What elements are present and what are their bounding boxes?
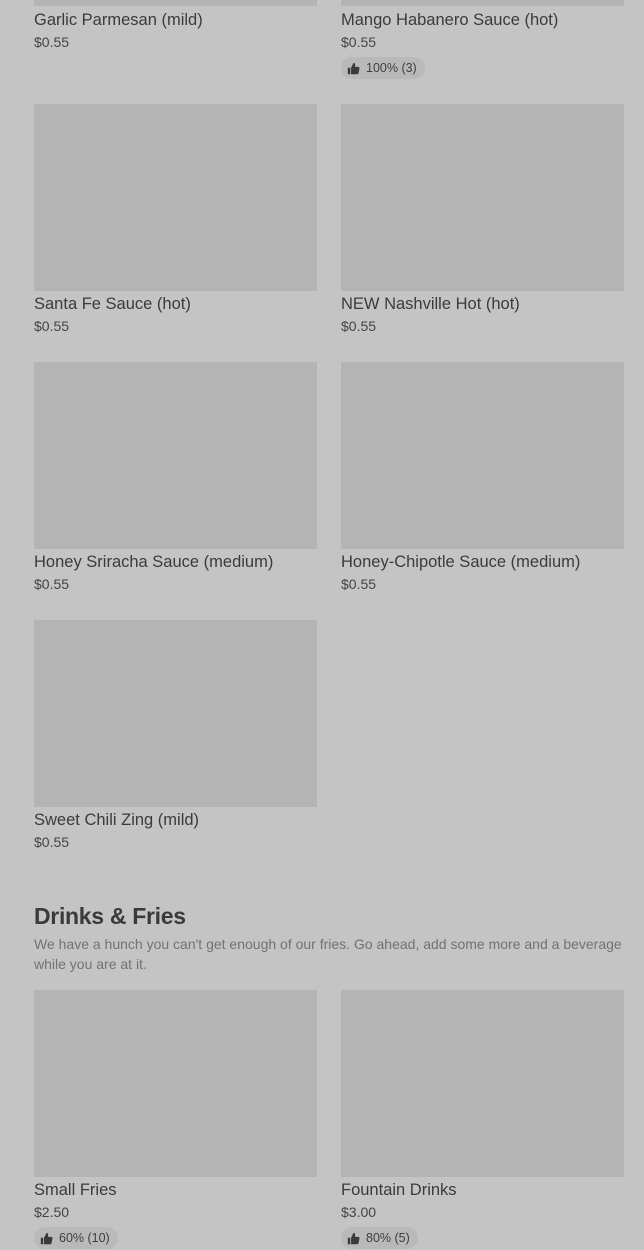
menu-item-mango-habanero[interactable]: Mango Habanero Sauce (hot) $0.55 100% (3… bbox=[341, 0, 624, 80]
item-name: Fountain Drinks bbox=[341, 1181, 457, 1199]
item-price: $0.55 bbox=[34, 834, 70, 850]
menu-item-garlic-parmesan[interactable]: Garlic Parmesan (mild) $0.55 bbox=[34, 0, 317, 51]
item-price: $0.55 bbox=[34, 318, 70, 334]
item-image bbox=[34, 104, 317, 291]
item-image bbox=[34, 362, 317, 549]
item-name: Santa Fe Sauce (hot) bbox=[34, 295, 191, 313]
item-price: $2.50 bbox=[34, 1204, 70, 1220]
thumbs-up-icon bbox=[347, 62, 360, 74]
menu-item-nashville-hot[interactable]: NEW Nashville Hot (hot) $0.55 bbox=[341, 104, 624, 335]
item-image bbox=[341, 362, 624, 549]
item-price: $0.55 bbox=[341, 34, 377, 50]
item-name: Sweet Chili Zing (mild) bbox=[34, 811, 200, 829]
item-image bbox=[341, 104, 624, 291]
item-image bbox=[34, 0, 317, 6]
rating-badge: 60% (10) bbox=[34, 1227, 118, 1249]
item-price: $3.00 bbox=[341, 1204, 377, 1220]
section-title: Drinks & Fries bbox=[34, 903, 186, 929]
menu-item-fountain-drinks[interactable]: Fountain Drinks $3.00 80% (5) bbox=[341, 990, 624, 1250]
item-image bbox=[341, 0, 624, 6]
item-price: $0.55 bbox=[34, 576, 70, 592]
menu-item-honey-chipotle[interactable]: Honey-Chipotle Sauce (medium) $0.55 bbox=[341, 362, 624, 593]
menu-item-small-fries[interactable]: Small Fries $2.50 60% (10) bbox=[34, 990, 317, 1250]
item-image bbox=[341, 990, 624, 1177]
rating-text: 100% (3) bbox=[366, 61, 417, 75]
item-name: Small Fries bbox=[34, 1181, 117, 1199]
item-image bbox=[34, 990, 317, 1177]
item-name: Honey Sriracha Sauce (medium) bbox=[34, 553, 274, 571]
item-price: $0.55 bbox=[34, 34, 70, 50]
rating-badge: 100% (3) bbox=[341, 57, 425, 79]
item-name: Garlic Parmesan (mild) bbox=[34, 11, 203, 29]
menu-item-honey-sriracha[interactable]: Honey Sriracha Sauce (medium) $0.55 bbox=[34, 362, 317, 593]
item-price: $0.55 bbox=[341, 318, 377, 334]
item-name: Honey-Chipotle Sauce (medium) bbox=[341, 553, 581, 571]
item-image bbox=[34, 620, 317, 807]
rating-badge: 80% (5) bbox=[341, 1227, 418, 1249]
menu-item-santa-fe[interactable]: Santa Fe Sauce (hot) $0.55 bbox=[34, 104, 317, 335]
item-name: NEW Nashville Hot (hot) bbox=[341, 295, 520, 313]
menu-item-sweet-chili-zing[interactable]: Sweet Chili Zing (mild) $0.55 bbox=[34, 620, 317, 851]
section-description: We have a hunch you can't get enough of … bbox=[34, 936, 622, 972]
item-price: $0.55 bbox=[341, 576, 377, 592]
item-name: Mango Habanero Sauce (hot) bbox=[341, 11, 559, 29]
